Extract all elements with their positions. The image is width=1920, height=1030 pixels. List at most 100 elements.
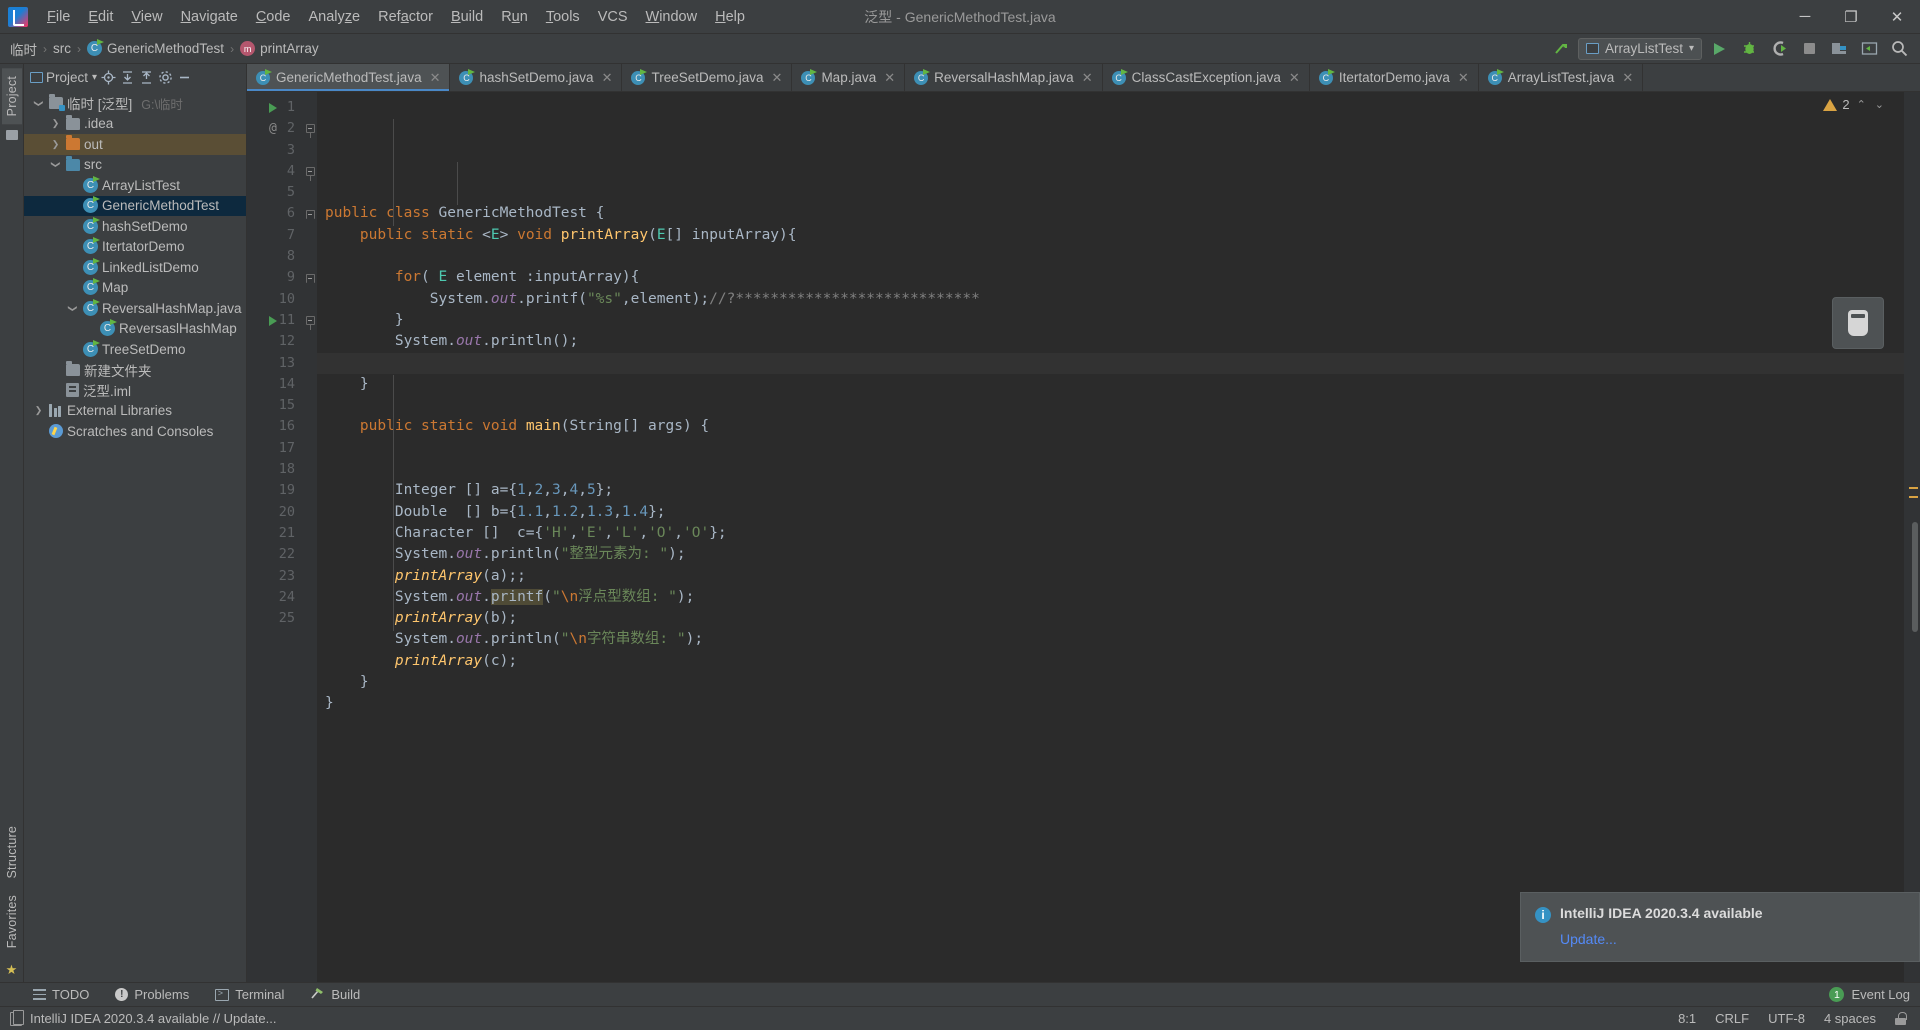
- fold-collapse-icon[interactable]: [305, 124, 315, 139]
- hide-icon[interactable]: [176, 70, 192, 86]
- code-line[interactable]: }: [325, 310, 1904, 331]
- fold-collapse-icon[interactable]: [305, 167, 315, 182]
- close-icon[interactable]: ✕: [1874, 0, 1920, 34]
- line-number[interactable]: 4: [247, 161, 303, 182]
- line-number-gutter[interactable]: 1 2 @3 4 5 6 7 8 9 10 11 12 13 14 15 16 17 18 19 20 21 22 23 24…: [247, 92, 303, 982]
- sidebar-tab-structure[interactable]: Structure: [2, 818, 22, 887]
- fold-end-icon[interactable]: [305, 209, 315, 219]
- code-line[interactable]: Character [] c={'H','E','L','O','O'};: [325, 523, 1904, 544]
- tree-node[interactable]: ❯ src: [24, 155, 246, 176]
- code-line[interactable]: }: [325, 693, 1904, 714]
- line-separator[interactable]: CRLF: [1715, 1011, 1749, 1026]
- tree-node[interactable]: ❯ out: [24, 134, 246, 155]
- code-line[interactable]: System.out.println();: [325, 331, 1904, 352]
- line-number[interactable]: 3: [247, 140, 303, 161]
- tree-node[interactable]: hashSetDemo: [24, 216, 246, 237]
- menu-view[interactable]: View: [122, 5, 171, 29]
- run-with-coverage-icon[interactable]: [1766, 37, 1792, 61]
- sidebar-tab-project[interactable]: Project: [1, 68, 22, 125]
- line-number[interactable]: 1: [247, 97, 303, 118]
- project-panel-title[interactable]: Project ▾: [46, 70, 97, 85]
- tool-window-todo[interactable]: TODO: [30, 985, 92, 1004]
- run-icon[interactable]: [1706, 37, 1732, 61]
- tree-node[interactable]: LinkedListDemo: [24, 257, 246, 278]
- editor-tab[interactable]: ClassCastException.java ✕: [1103, 64, 1310, 91]
- code-line[interactable]: [325, 395, 1904, 416]
- editor-tab[interactable]: hashSetDemo.java ✕: [450, 64, 623, 91]
- updates-arrow-icon[interactable]: [1548, 37, 1574, 61]
- expand-all-icon[interactable]: [119, 70, 135, 86]
- menu-navigate[interactable]: Navigate: [172, 5, 247, 29]
- code-line[interactable]: [325, 438, 1904, 459]
- menu-build[interactable]: Build: [442, 5, 492, 29]
- code-line[interactable]: Double [] b={1.1,1.2,1.3,1.4};: [325, 502, 1904, 523]
- chevron-down-icon[interactable]: ❯: [32, 97, 45, 110]
- line-number[interactable]: 8: [247, 246, 303, 267]
- fold-region[interactable]: [303, 161, 317, 182]
- line-number[interactable]: 5: [247, 182, 303, 203]
- fold-region[interactable]: [303, 118, 317, 139]
- chevron-right-icon[interactable]: ❯: [49, 117, 62, 130]
- line-number[interactable]: 22: [247, 544, 303, 565]
- code-line[interactable]: System.out.println("整型元素为: ");: [325, 544, 1904, 565]
- tree-node[interactable]: ❯ External Libraries: [24, 401, 246, 422]
- code-line[interactable]: printArray(a);;: [325, 566, 1904, 587]
- code-line[interactable]: for( E element :inputArray){: [325, 267, 1904, 288]
- code-line[interactable]: [325, 715, 1904, 736]
- chevron-down-icon[interactable]: ⌄: [1873, 98, 1886, 111]
- project-structure-icon[interactable]: [1826, 37, 1852, 61]
- error-stripe-markers[interactable]: [1904, 92, 1920, 982]
- line-number[interactable]: 23: [247, 566, 303, 587]
- fold-end-icon[interactable]: [305, 273, 315, 283]
- menu-vcs[interactable]: VCS: [589, 5, 637, 29]
- override-gutter-icon[interactable]: @: [269, 118, 277, 139]
- code-line[interactable]: printArray(c);: [325, 651, 1904, 672]
- notification-balloon[interactable]: IntelliJ IDEA 2020.3.4 available Update.…: [1520, 892, 1920, 962]
- tree-node[interactable]: 新建文件夹: [24, 360, 246, 381]
- line-number[interactable]: 12: [247, 331, 303, 352]
- code-line[interactable]: public static void main(String[] args) {: [325, 416, 1904, 437]
- editor-tab[interactable]: ItertatorDemo.java ✕: [1310, 64, 1479, 91]
- code-line[interactable]: }: [325, 374, 1904, 395]
- menu-code[interactable]: Code: [247, 5, 300, 29]
- tree-node[interactable]: Map: [24, 278, 246, 299]
- file-encoding[interactable]: UTF-8: [1768, 1011, 1805, 1026]
- breadcrumb-item-1[interactable]: src: [49, 40, 75, 57]
- code-editor[interactable]: 1 2 @3 4 5 6 7 8 9 10 11 12 13 14 15 16 17 18 19 20 21 22 23 24…: [247, 92, 1920, 982]
- stop-icon[interactable]: [1796, 37, 1822, 61]
- line-number[interactable]: 16: [247, 416, 303, 437]
- collapse-all-icon[interactable]: [138, 70, 154, 86]
- locate-icon[interactable]: [100, 70, 116, 86]
- fold-region[interactable]: [303, 267, 317, 288]
- tree-node[interactable]: ItertatorDemo: [24, 237, 246, 258]
- tree-node[interactable]: TreeSetDemo: [24, 339, 246, 360]
- close-tab-icon[interactable]: ✕: [1622, 70, 1633, 86]
- line-number[interactable]: 6: [247, 203, 303, 224]
- menu-file[interactable]: File: [38, 5, 79, 29]
- tree-node[interactable]: ReversaslHashMap: [24, 319, 246, 340]
- line-number[interactable]: 15: [247, 395, 303, 416]
- minimize-icon[interactable]: ─: [1782, 0, 1828, 34]
- menu-help[interactable]: Help: [706, 5, 754, 29]
- close-tab-icon[interactable]: ✕: [430, 70, 441, 86]
- tree-node[interactable]: ❯ 临时 [泛型] G:\临时: [24, 93, 246, 114]
- code-line[interactable]: printArray(b);: [325, 608, 1904, 629]
- run-gutter-icon[interactable]: [269, 315, 277, 326]
- chevron-right-icon[interactable]: ❯: [32, 404, 45, 417]
- menu-tools[interactable]: Tools: [537, 5, 589, 29]
- code-preview-icon[interactable]: [1832, 297, 1884, 349]
- breadcrumb-item-0[interactable]: 临时: [6, 38, 41, 60]
- code-line[interactable]: System.out.println("\n字符串数组: ");: [325, 629, 1904, 650]
- line-number[interactable]: 14: [247, 374, 303, 395]
- code-line[interactable]: public class GenericMethodTest {: [325, 203, 1904, 224]
- close-tab-icon[interactable]: ✕: [884, 70, 895, 86]
- notification-update-link[interactable]: Update...: [1560, 931, 1905, 947]
- line-number[interactable]: 2 @: [247, 118, 303, 139]
- settings-gear-icon[interactable]: [157, 70, 173, 86]
- tree-node[interactable]: Scratches and Consoles: [24, 421, 246, 442]
- editor-tab[interactable]: Map.java ✕: [792, 64, 906, 91]
- editor-tab[interactable]: TreeSetDemo.java ✕: [622, 64, 793, 91]
- line-number[interactable]: 21: [247, 523, 303, 544]
- tree-node[interactable]: ArrayListTest: [24, 175, 246, 196]
- breadcrumb-item-3[interactable]: m printArray: [236, 40, 323, 57]
